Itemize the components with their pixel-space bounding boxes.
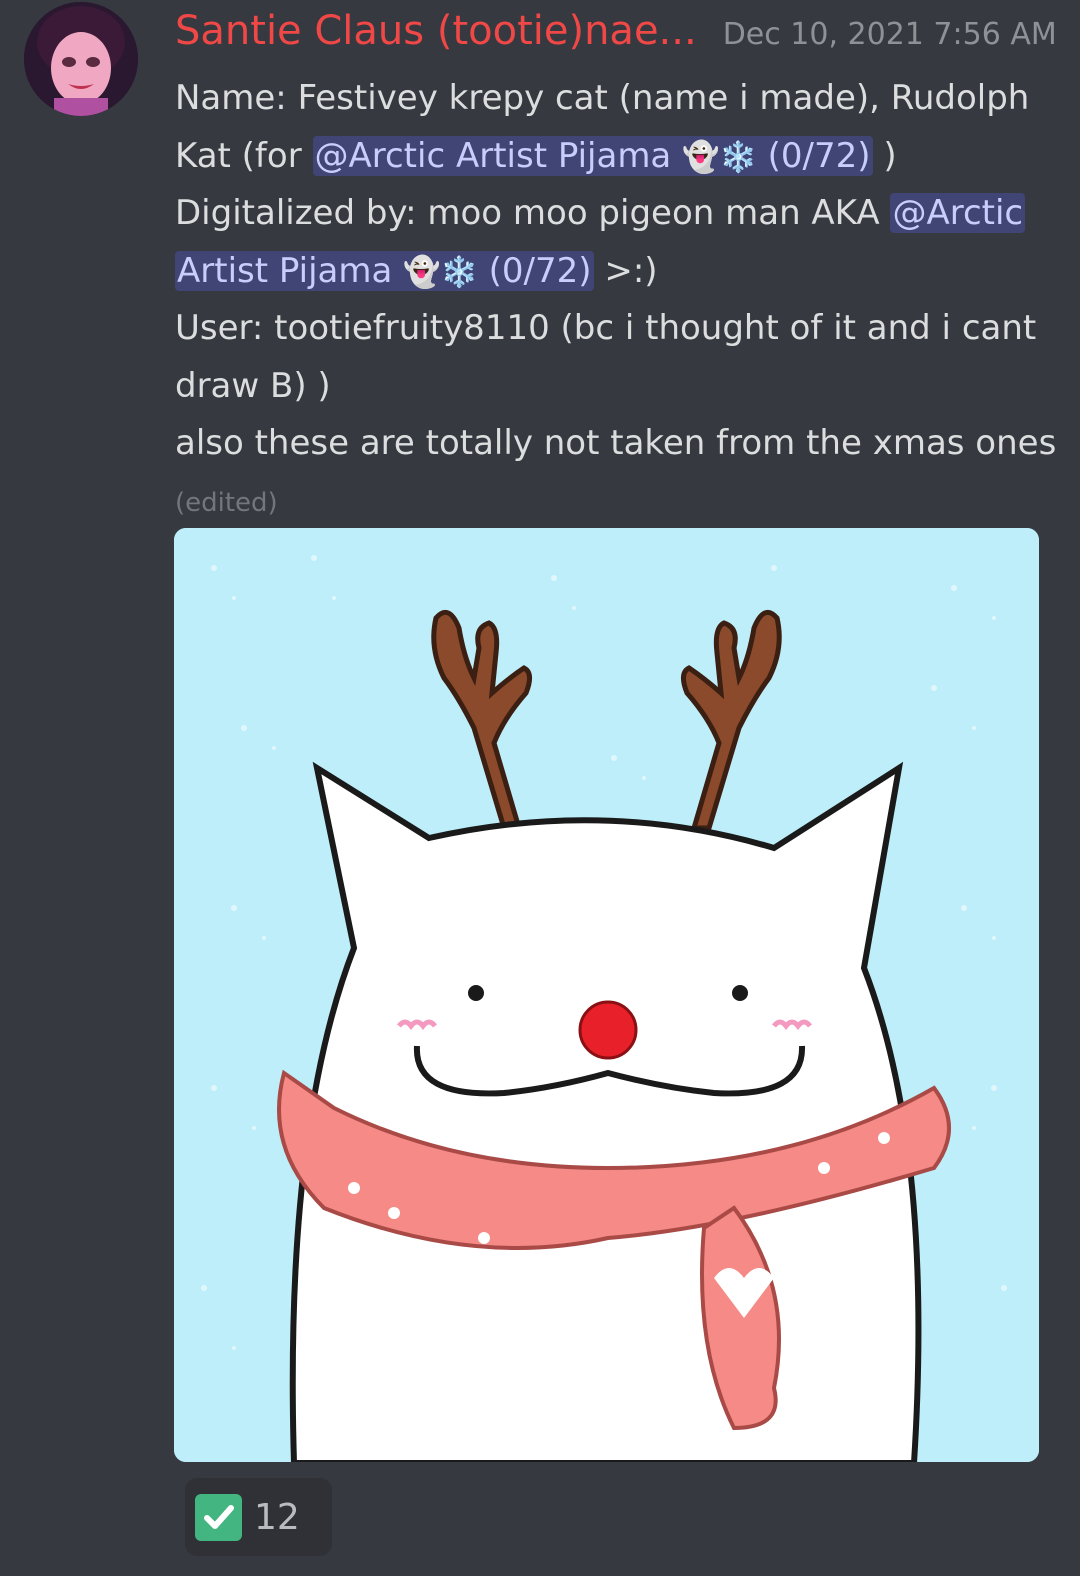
user-mention-part1[interactable]: @Arctic xyxy=(890,193,1026,233)
message-line: Name: Festivey krepy cat (name i made), … xyxy=(175,70,1060,128)
mention-emoji: 👻❄️ xyxy=(403,254,478,290)
message-line: also these are totally not taken from th… xyxy=(175,415,1060,473)
white-check-mark-icon xyxy=(195,1493,242,1541)
message-line: Kat (for @Arctic Artist Pijama 👻❄️ (0/72… xyxy=(175,128,1060,186)
reaction-count: 12 xyxy=(254,1496,300,1538)
message-text: Name: Festivey krepy cat (name i made), … xyxy=(175,78,1030,118)
reindeer-cat-image xyxy=(174,528,1039,1462)
message-header: Santie Claus (tootie)nae... Dec 10, 2021… xyxy=(175,8,1065,64)
message-text: Digitalized by: moo moo pigeon man AKA xyxy=(175,193,891,233)
message-text: User: tootiefruity8110 (bc i thought of … xyxy=(175,308,1037,348)
username[interactable]: Santie Claus (tootie)nae... xyxy=(175,8,697,54)
user-mention-part2[interactable]: Artist Pijama 👻❄️ (0/72) xyxy=(175,250,594,291)
message-text: Kat (for xyxy=(175,135,313,176)
mention-count: (0/72) xyxy=(488,250,592,291)
message-content: Name: Festivey krepy cat (name i made), … xyxy=(175,70,1060,473)
message-text: ) xyxy=(872,135,897,176)
image-attachment[interactable] xyxy=(174,528,1039,1462)
message-line: Artist Pijama 👻❄️ (0/72) >:) xyxy=(175,243,1060,301)
message-text: draw B) ) xyxy=(175,365,331,406)
avatar-image xyxy=(24,2,138,116)
message-line: draw B) ) xyxy=(175,358,1060,416)
message-line: User: tootiefruity8110 (bc i thought of … xyxy=(175,300,1060,358)
message-line: Digitalized by: moo moo pigeon man AKA @… xyxy=(175,185,1060,243)
avatar[interactable] xyxy=(24,2,138,116)
user-mention[interactable]: @Arctic Artist Pijama 👻❄️ (0/72) xyxy=(312,135,873,176)
timestamp: Dec 10, 2021 7:56 AM xyxy=(722,17,1057,52)
message-text: >:) xyxy=(593,250,658,291)
edited-label: (edited) xyxy=(175,488,278,518)
mention-count: (0/72) xyxy=(767,135,871,176)
mention-name: @Arctic Artist Pijama xyxy=(314,135,672,176)
mention-emoji: 👻❄️ xyxy=(682,139,757,175)
mention-name: Artist Pijama xyxy=(177,250,393,291)
reaction-button[interactable]: 12 xyxy=(185,1478,332,1556)
message-text: also these are totally not taken from th… xyxy=(175,423,1057,463)
